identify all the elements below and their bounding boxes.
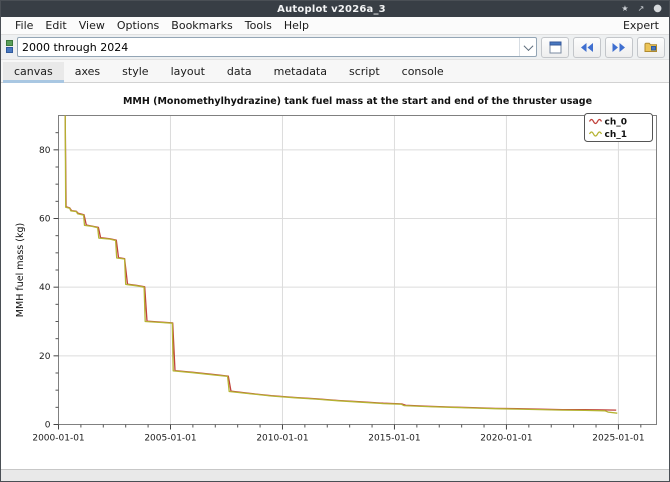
- pin-icon[interactable]: ★: [621, 1, 628, 17]
- window-controls: ★ ↗ ●: [602, 1, 669, 17]
- plot-canvas-area[interactable]: 2000-01-01 2005-01-01 2010-01-01 2015-01-01…: [1, 83, 669, 469]
- uri-combobox: [17, 37, 537, 57]
- legend-label-ch_0: ch_0: [605, 118, 628, 128]
- autoplot-window: Autoplot v2026a_3 ★ ↗ ● File Edit View O…: [0, 0, 670, 482]
- y-axis-label: MMH fuel mass (kg): [15, 223, 26, 317]
- chevron-down-icon: [523, 41, 533, 51]
- tab-canvas[interactable]: canvas: [3, 62, 64, 82]
- y-tick-label: 60: [39, 215, 51, 225]
- tab-metadata[interactable]: metadata: [263, 62, 338, 82]
- y-tick-label: 40: [39, 283, 51, 293]
- back-button[interactable]: [573, 37, 601, 58]
- legend[interactable]: ch_0 ch_1: [585, 114, 653, 142]
- legend-label-ch_1: ch_1: [605, 130, 628, 140]
- tab-data[interactable]: data: [216, 62, 263, 82]
- menu-edit[interactable]: Edit: [39, 19, 72, 32]
- plot-frame: [59, 116, 657, 425]
- maximize-icon[interactable]: ↗: [638, 1, 645, 17]
- x-tick-label: 2015-01-01: [368, 434, 420, 444]
- y-tick-label: 0: [45, 421, 51, 431]
- menu-help[interactable]: Help: [278, 19, 315, 32]
- series-ch_1: [65, 116, 617, 414]
- address-bar: [1, 34, 669, 60]
- tab-layout[interactable]: layout: [160, 62, 216, 82]
- y-tick-label: 20: [39, 352, 51, 362]
- menu-file[interactable]: File: [9, 19, 39, 32]
- open-bookmark-button[interactable]: [637, 37, 665, 58]
- x-tick-label: 2000-01-01: [32, 434, 84, 444]
- status-bar: [1, 469, 669, 481]
- uri-type-icon: [6, 40, 13, 54]
- window-title: Autoplot v2026a_3: [61, 4, 602, 15]
- menu-tools[interactable]: Tools: [239, 19, 278, 32]
- menu-options[interactable]: Options: [111, 19, 165, 32]
- tab-axes[interactable]: axes: [64, 62, 111, 82]
- uri-dropdown-button[interactable]: [519, 38, 536, 56]
- expert-mode-label[interactable]: Expert: [617, 19, 661, 32]
- series-ch_0: [65, 116, 616, 411]
- menu-view[interactable]: View: [73, 19, 111, 32]
- forward-button[interactable]: [605, 37, 633, 58]
- tab-script[interactable]: script: [338, 62, 391, 82]
- back-arrows-icon: [580, 42, 594, 53]
- x-tick-label: 2010-01-01: [256, 434, 308, 444]
- tab-style[interactable]: style: [111, 62, 159, 82]
- x-tick-label: 2020-01-01: [480, 434, 532, 444]
- menu-bar: File Edit View Options Bookmarks Tools H…: [1, 17, 669, 34]
- tab-console[interactable]: console: [391, 62, 455, 82]
- y-tick-label: 80: [39, 146, 51, 156]
- folder-icon: [644, 41, 658, 53]
- plot-title: MMH (Monomethylhydrazine) tank fuel mass…: [123, 96, 592, 107]
- x-tick-label: 2005-01-01: [144, 434, 196, 444]
- window-titlebar[interactable]: Autoplot v2026a_3 ★ ↗ ●: [1, 1, 669, 17]
- plot-canvas[interactable]: 2000-01-01 2005-01-01 2010-01-01 2015-01-01…: [1, 83, 669, 469]
- data-source-editor-button[interactable]: [541, 37, 569, 58]
- tab-bar: canvas axes style layout data metadata s…: [1, 60, 669, 83]
- menu-bookmarks[interactable]: Bookmarks: [165, 19, 238, 32]
- x-tick-label: 2025-01-01: [592, 434, 644, 444]
- window-panel-icon: [549, 41, 562, 54]
- uri-input[interactable]: [18, 39, 519, 55]
- forward-arrows-icon: [612, 42, 626, 53]
- close-icon[interactable]: ●: [653, 1, 662, 17]
